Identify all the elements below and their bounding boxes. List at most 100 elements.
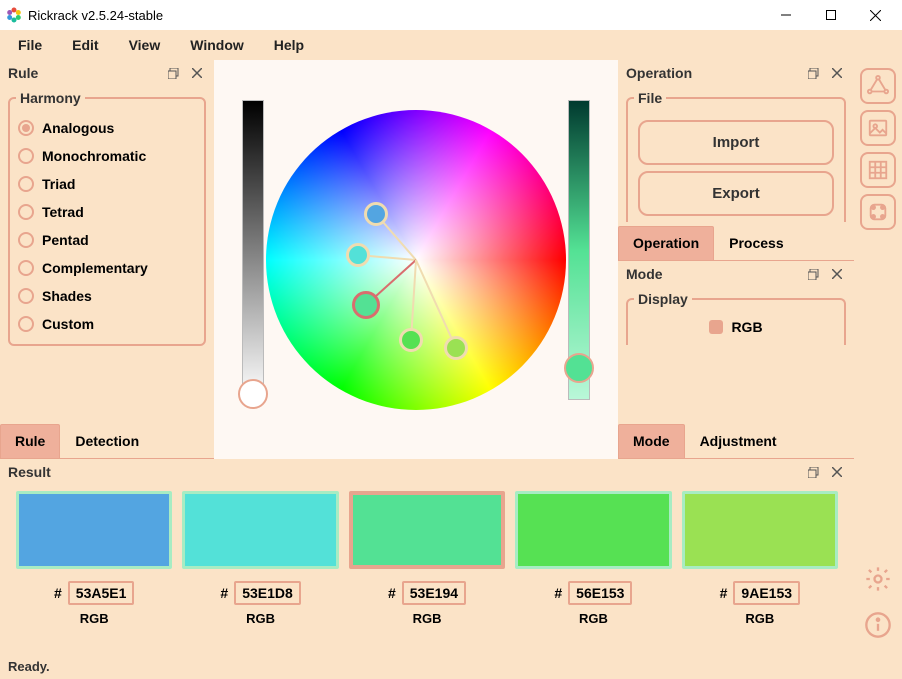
- swatch[interactable]: [515, 491, 671, 569]
- rgb-checkbox-row[interactable]: RGB: [634, 315, 838, 339]
- harmony-option-shades[interactable]: Shades: [16, 282, 198, 310]
- undock-icon[interactable]: [804, 463, 822, 481]
- harmony-option-tetrad[interactable]: Tetrad: [16, 198, 198, 226]
- maximize-button[interactable]: [808, 1, 853, 29]
- grid-tool-icon[interactable]: [860, 152, 896, 188]
- swatch[interactable]: [349, 491, 505, 569]
- corner-toolbar: [854, 459, 902, 659]
- menu-view[interactable]: View: [117, 32, 173, 58]
- harmony-option-label: Tetrad: [42, 204, 84, 220]
- undock-icon[interactable]: [804, 265, 822, 283]
- radio-icon: [18, 148, 34, 164]
- image-tool-icon[interactable]: [860, 110, 896, 146]
- hash-label: #: [388, 585, 396, 601]
- close-button[interactable]: [853, 1, 898, 29]
- rgb-label: RGB: [80, 611, 109, 626]
- file-legend: File: [634, 90, 666, 106]
- rgb-label: RGB: [745, 611, 774, 626]
- saturation-slider-handle[interactable]: [564, 353, 594, 383]
- shape-tool-icon[interactable]: [860, 68, 896, 104]
- gear-icon[interactable]: [860, 561, 896, 597]
- result-panel-title: Result: [8, 464, 51, 480]
- swatch[interactable]: [16, 491, 172, 569]
- wheel-dot-2[interactable]: [352, 291, 380, 319]
- hex-input[interactable]: 53E1D8: [234, 581, 301, 605]
- close-icon[interactable]: [828, 463, 846, 481]
- saturation-slider[interactable]: [568, 100, 590, 400]
- hex-input[interactable]: 53E194: [402, 581, 466, 605]
- close-icon[interactable]: [828, 64, 846, 82]
- harmony-option-label: Complementary: [42, 260, 148, 276]
- operation-tabbar: Operation Process: [618, 226, 854, 261]
- close-icon[interactable]: [828, 265, 846, 283]
- minimize-button[interactable]: [763, 1, 808, 29]
- tab-mode[interactable]: Mode: [618, 424, 685, 458]
- hash-label: #: [54, 585, 62, 601]
- harmony-option-analogous[interactable]: Analogous: [16, 114, 198, 142]
- wheel-dot-4[interactable]: [444, 336, 468, 360]
- swatch-card-1: # 53E1D8 RGB: [182, 491, 338, 659]
- menu-file[interactable]: File: [6, 32, 54, 58]
- harmony-option-monochromatic[interactable]: Monochromatic: [16, 142, 198, 170]
- harmony-option-triad[interactable]: Triad: [16, 170, 198, 198]
- harmony-option-label: Pentad: [42, 232, 89, 248]
- status-bar: Ready.: [0, 659, 902, 679]
- value-slider[interactable]: [242, 100, 264, 400]
- radio-icon: [18, 204, 34, 220]
- menu-window[interactable]: Window: [178, 32, 256, 58]
- mode-panel: Mode Display RGB Mode Adjustment: [618, 261, 854, 459]
- rgb-label: RGB: [246, 611, 275, 626]
- menu-help[interactable]: Help: [262, 32, 316, 58]
- hex-input[interactable]: 9AE153: [733, 581, 800, 605]
- import-button[interactable]: Import: [638, 120, 834, 165]
- wheel-dot-0[interactable]: [364, 202, 388, 226]
- swatch[interactable]: [682, 491, 838, 569]
- swatch-card-0: # 53A5E1 RGB: [16, 491, 172, 659]
- swatch-card-2: # 53E194 RGB: [349, 491, 505, 659]
- menubar: File Edit View Window Help: [0, 30, 902, 60]
- rule-panel-title: Rule: [8, 65, 38, 81]
- mode-tabbar: Mode Adjustment: [618, 424, 854, 459]
- close-icon[interactable]: [188, 64, 206, 82]
- menu-edit[interactable]: Edit: [60, 32, 110, 58]
- checkbox-icon: [709, 320, 723, 334]
- operation-panel: Operation File Import Export Operation P…: [618, 60, 854, 261]
- rule-tabbar: Rule Detection: [0, 424, 214, 459]
- rgb-label: RGB: [579, 611, 608, 626]
- tab-rule[interactable]: Rule: [0, 424, 60, 458]
- harmony-option-label: Custom: [42, 316, 94, 332]
- tab-adjustment[interactable]: Adjustment: [685, 424, 792, 458]
- harmony-option-custom[interactable]: Custom: [16, 310, 198, 338]
- radio-icon: [18, 260, 34, 276]
- harmony-option-pentad[interactable]: Pentad: [16, 226, 198, 254]
- harmony-legend: Harmony: [16, 90, 85, 106]
- swatch-card-3: # 56E153 RGB: [515, 491, 671, 659]
- tab-detection[interactable]: Detection: [60, 424, 154, 458]
- operation-panel-title: Operation: [626, 65, 692, 81]
- value-slider-handle[interactable]: [238, 379, 268, 409]
- harmony-option-complementary[interactable]: Complementary: [16, 254, 198, 282]
- display-legend: Display: [634, 291, 692, 307]
- swatch[interactable]: [182, 491, 338, 569]
- color-wheel[interactable]: [266, 110, 566, 410]
- hex-input[interactable]: 56E153: [568, 581, 632, 605]
- swatch-card-4: # 9AE153 RGB: [682, 491, 838, 659]
- wheel-dot-1[interactable]: [346, 243, 370, 267]
- radio-icon: [18, 176, 34, 192]
- undock-icon[interactable]: [164, 64, 182, 82]
- radio-icon: [18, 120, 34, 136]
- side-toolbar: [854, 60, 902, 459]
- undock-icon[interactable]: [804, 64, 822, 82]
- titlebar: Rickrack v2.5.24-stable: [0, 0, 902, 30]
- file-group: File Import Export: [626, 90, 846, 222]
- app-icon: [6, 7, 22, 23]
- board-tool-icon[interactable]: [860, 194, 896, 230]
- info-icon[interactable]: [860, 607, 896, 643]
- export-button[interactable]: Export: [638, 171, 834, 216]
- wheel-dot-3[interactable]: [399, 328, 423, 352]
- tab-operation[interactable]: Operation: [618, 226, 714, 260]
- tab-process[interactable]: Process: [714, 226, 798, 260]
- hex-input[interactable]: 53A5E1: [68, 581, 135, 605]
- harmony-option-label: Analogous: [42, 120, 114, 136]
- rgb-label: RGB: [731, 319, 762, 335]
